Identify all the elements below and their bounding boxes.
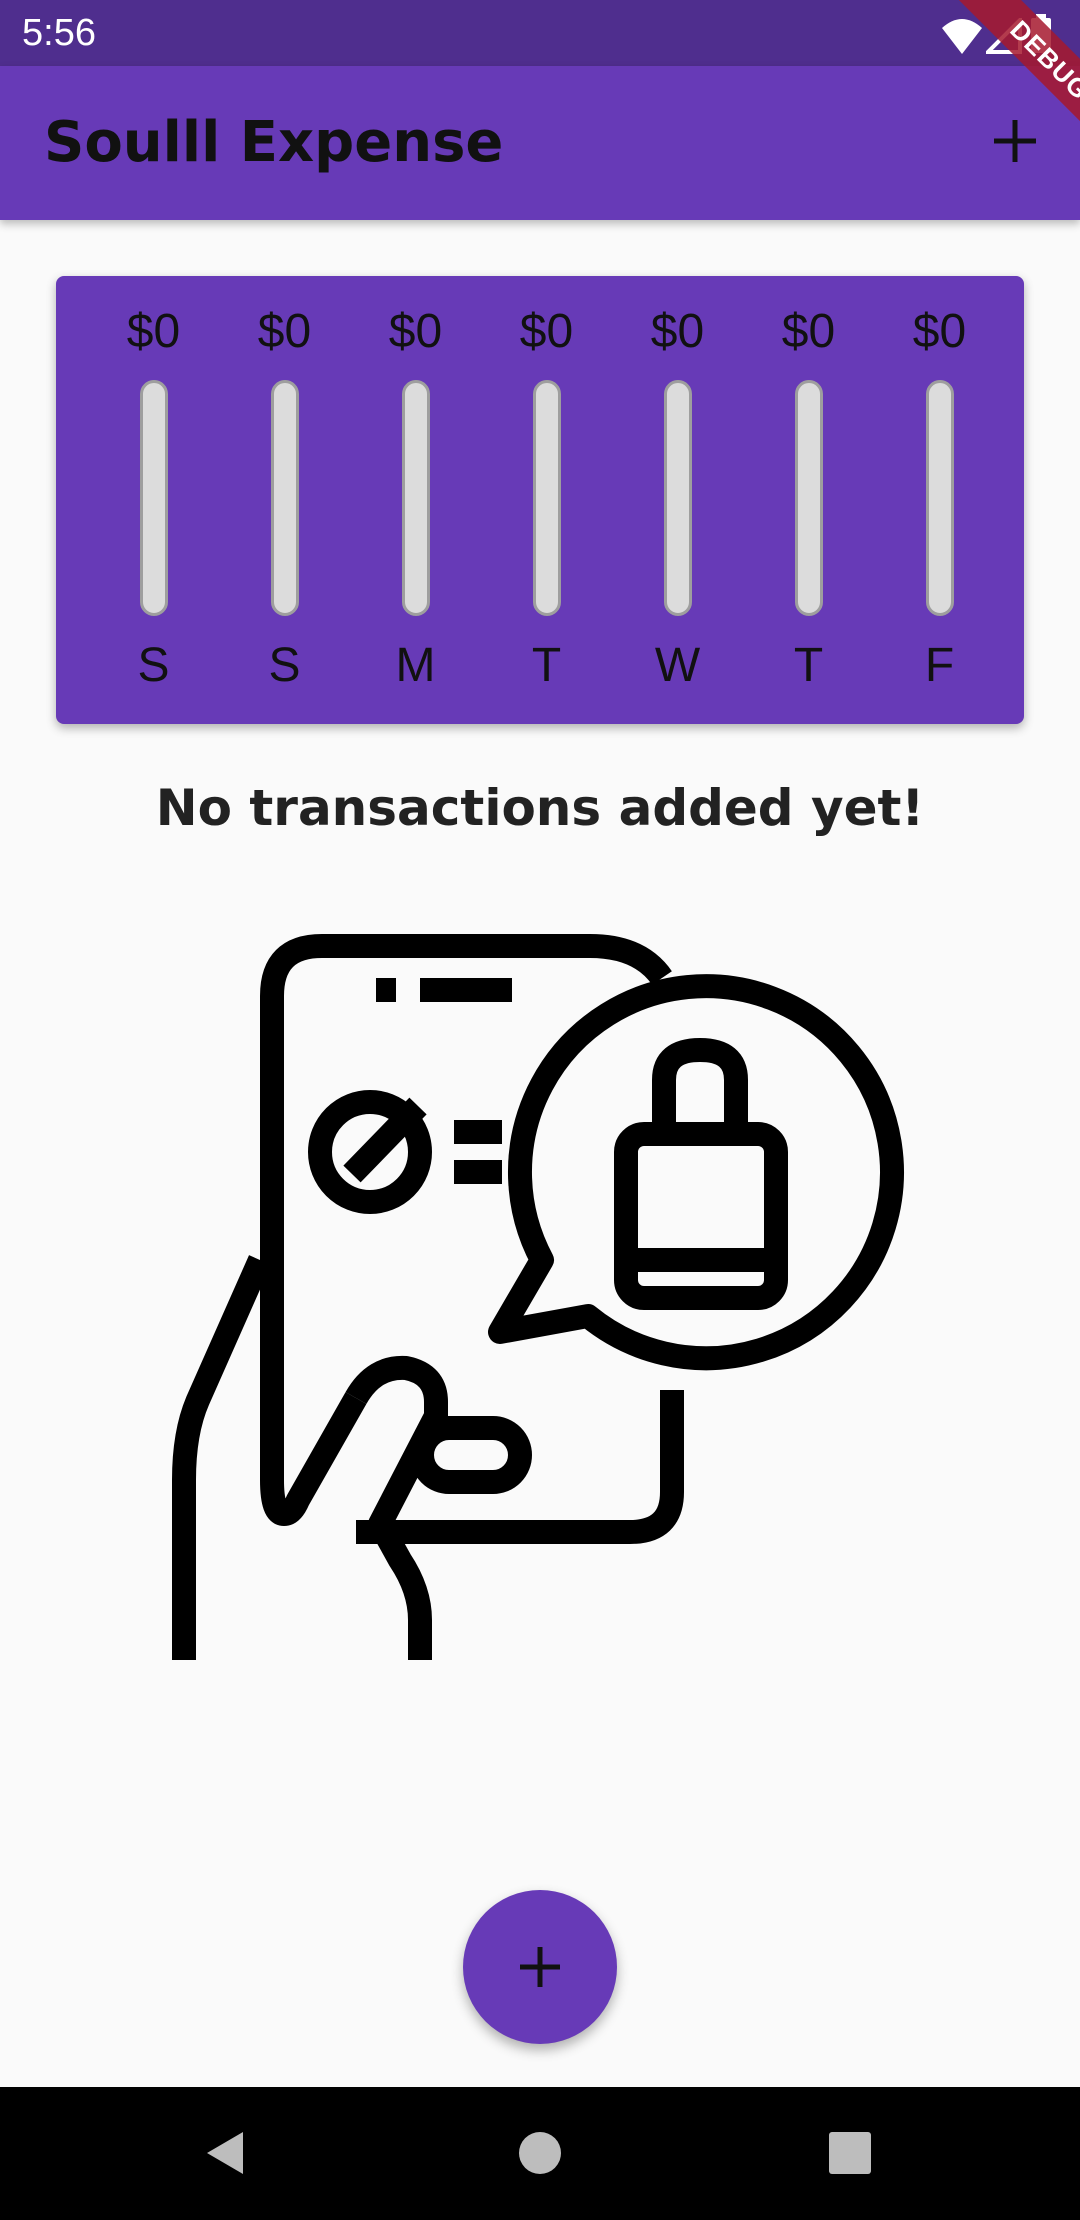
bar-day-label: T xyxy=(793,639,824,692)
nav-recents-button[interactable] xyxy=(817,2120,883,2186)
nav-home-button[interactable] xyxy=(507,2120,573,2186)
plus-icon xyxy=(520,1947,560,1987)
weekly-chart-card: $0 S $0 S $0 M $0 T $0 W $0 T $0 F xyxy=(56,276,1024,724)
empty-state-message: No transactions added yet! xyxy=(155,779,925,837)
bar-day-label: S xyxy=(137,639,170,692)
chart-bar-column: $0 T xyxy=(743,276,874,724)
bar-day-label: M xyxy=(395,639,436,692)
bar-track xyxy=(139,380,168,616)
nav-back-button[interactable] xyxy=(193,2120,259,2186)
bar-track xyxy=(532,380,561,616)
bar-track xyxy=(270,380,299,616)
bar-day-label: F xyxy=(924,639,955,692)
recents-icon xyxy=(829,2132,871,2174)
system-nav-bar xyxy=(0,2087,1080,2220)
bar-amount-label: $0 xyxy=(519,305,574,358)
chart-bar-column: $0 F xyxy=(874,276,1005,724)
status-bar: 5:56 xyxy=(0,0,1080,66)
bar-amount-label: $0 xyxy=(126,305,181,358)
debug-banner: DEBUG xyxy=(920,0,1080,160)
chart-bar-column: $0 T xyxy=(481,276,612,724)
bar-amount-label: $0 xyxy=(388,305,443,358)
debug-label: DEBUG xyxy=(942,0,1080,160)
chart-bar-column: $0 W xyxy=(612,276,743,724)
home-icon xyxy=(519,2132,561,2174)
bar-day-label: S xyxy=(268,639,301,692)
bar-track xyxy=(794,380,823,616)
chart-bar-column: $0 S xyxy=(88,276,219,724)
bar-track xyxy=(401,380,430,616)
app-title: Soulll Expense xyxy=(44,110,504,175)
status-time: 5:56 xyxy=(22,12,96,54)
app-bar: Soulll Expense xyxy=(0,66,1080,220)
chart-bar-column: $0 M xyxy=(350,276,481,724)
phone-shopping-bag-illustration xyxy=(172,934,904,1660)
bar-track xyxy=(663,380,692,616)
bar-track xyxy=(925,380,954,616)
add-transaction-fab[interactable] xyxy=(463,1890,617,2044)
back-icon xyxy=(207,2132,243,2174)
bar-amount-label: $0 xyxy=(650,305,705,358)
bar-amount-label: $0 xyxy=(257,305,312,358)
chart-bar-column: $0 S xyxy=(219,276,350,724)
bar-amount-label: $0 xyxy=(912,305,967,358)
bar-day-label: W xyxy=(654,639,701,692)
bar-amount-label: $0 xyxy=(781,305,836,358)
bar-day-label: T xyxy=(531,639,562,692)
